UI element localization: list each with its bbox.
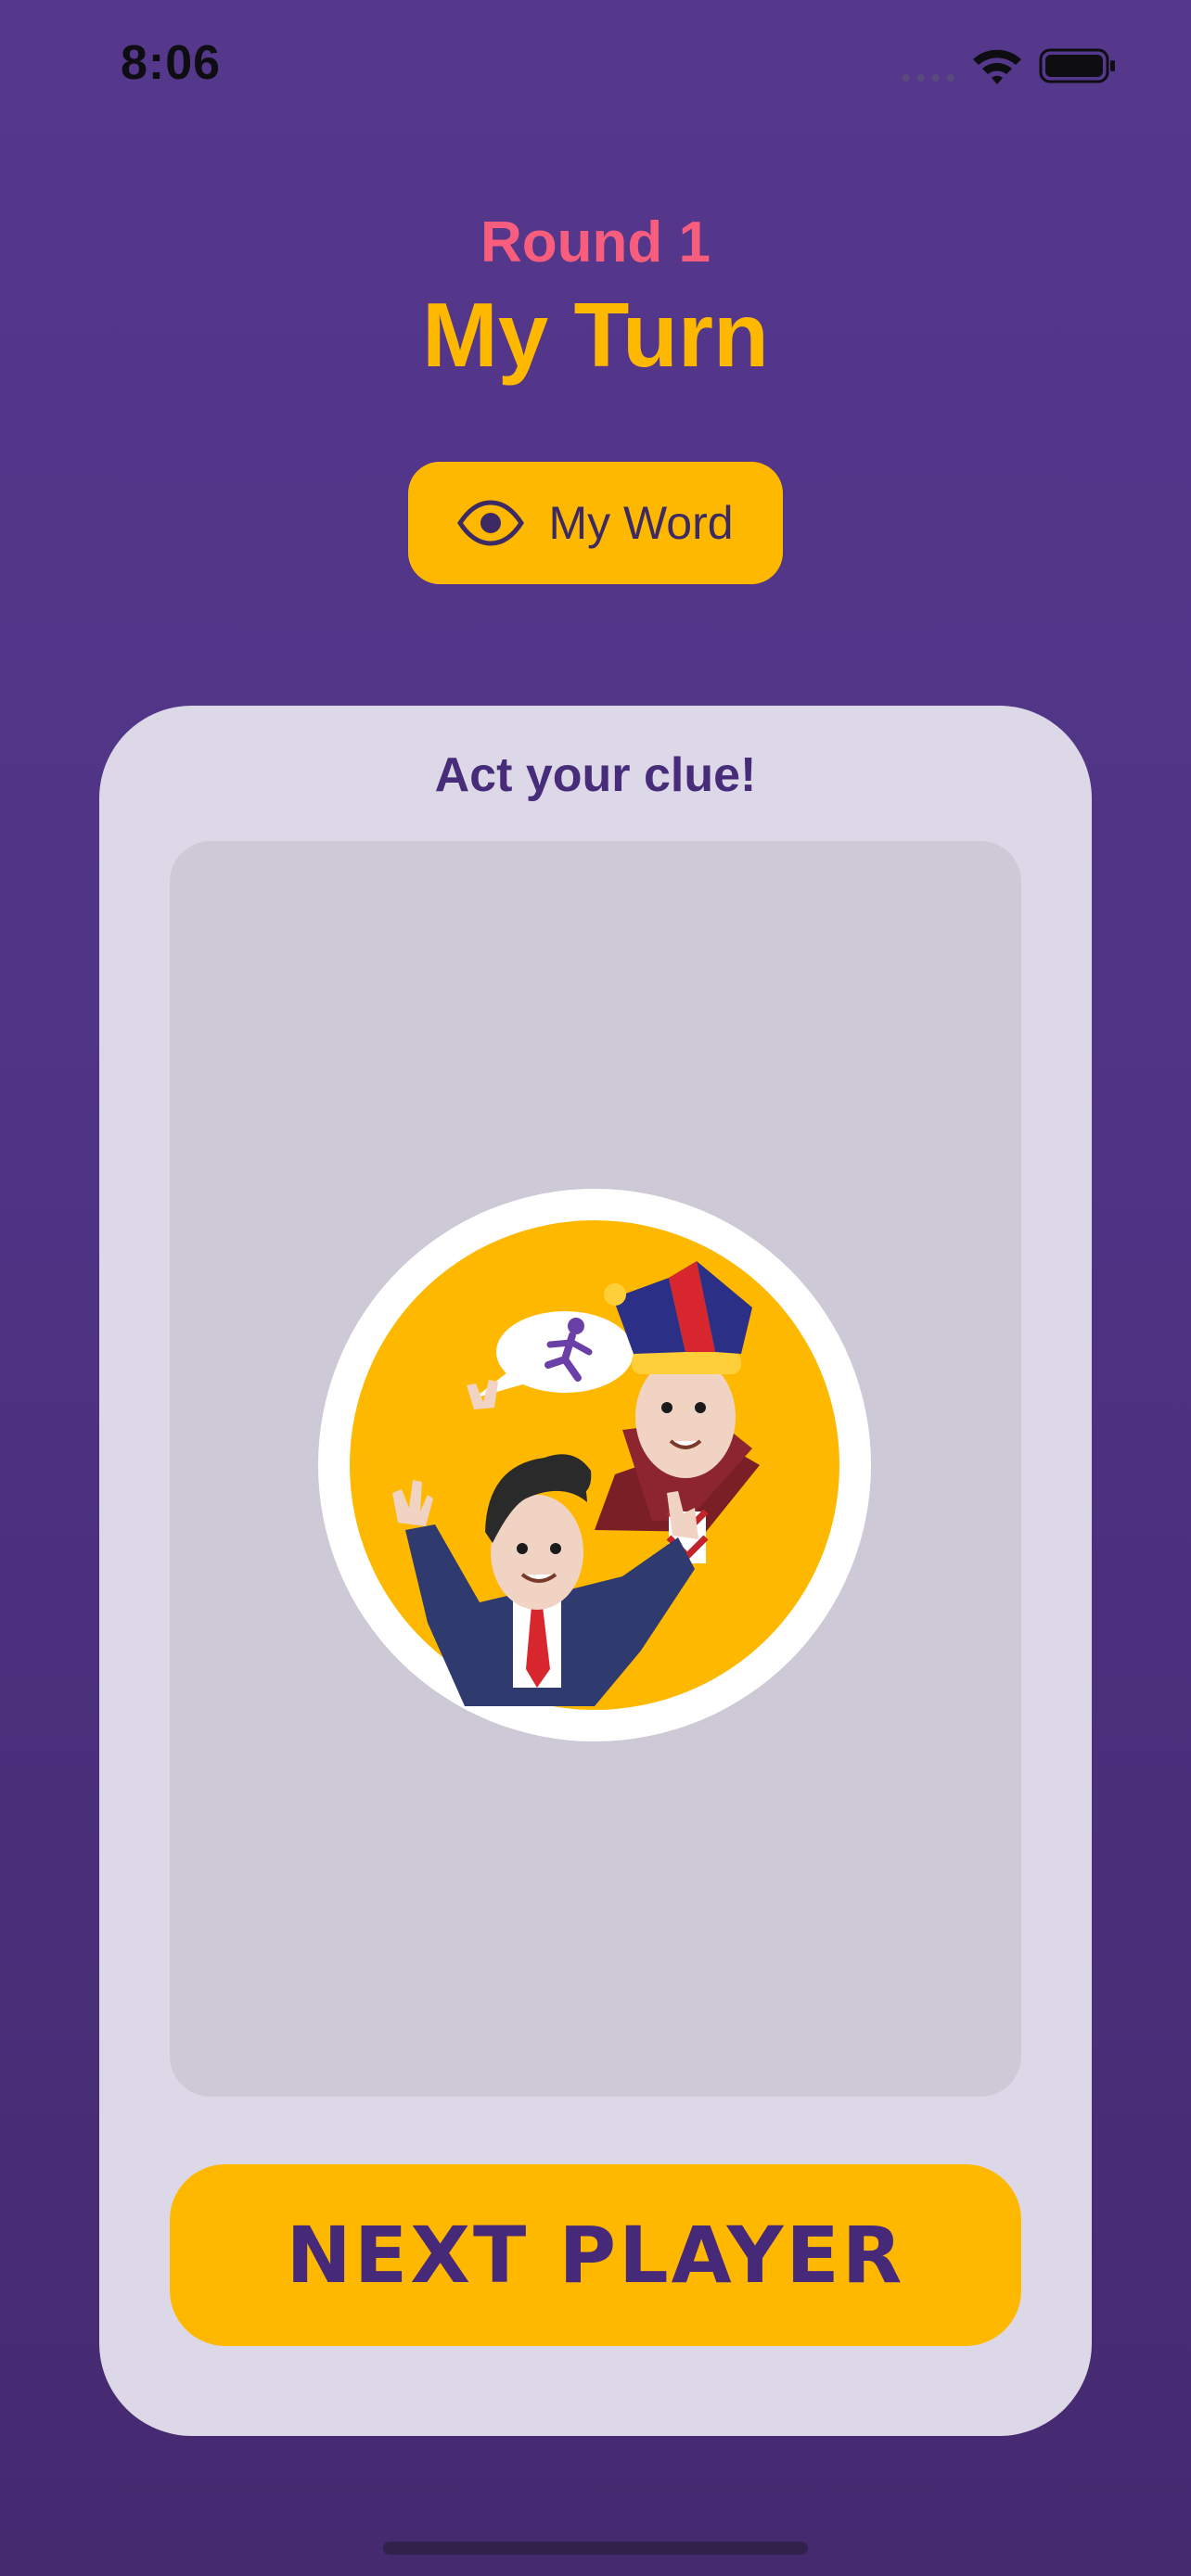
home-indicator[interactable]: [383, 2542, 808, 2555]
status-time: 8:06: [121, 36, 222, 90]
card-instruction: Act your clue!: [434, 748, 757, 802]
turn-title: My Turn: [422, 284, 769, 386]
wifi-icon: [973, 49, 1021, 84]
my-word-button[interactable]: My Word: [408, 462, 783, 584]
my-word-label: My Word: [548, 497, 734, 549]
clue-media-area: [170, 841, 1021, 2097]
eye-icon: [457, 500, 525, 546]
signal-dots-icon: [903, 74, 954, 82]
next-player-button[interactable]: NEXT PLAYER: [170, 2164, 1021, 2346]
round-label: Round 1: [480, 210, 711, 274]
clue-card: Act your clue! NEXT PLAYER: [99, 706, 1092, 2436]
next-player-label: NEXT PLAYER: [286, 2210, 905, 2301]
charades-players-illustration: [318, 1189, 871, 1741]
battery-icon: [1039, 48, 1115, 83]
